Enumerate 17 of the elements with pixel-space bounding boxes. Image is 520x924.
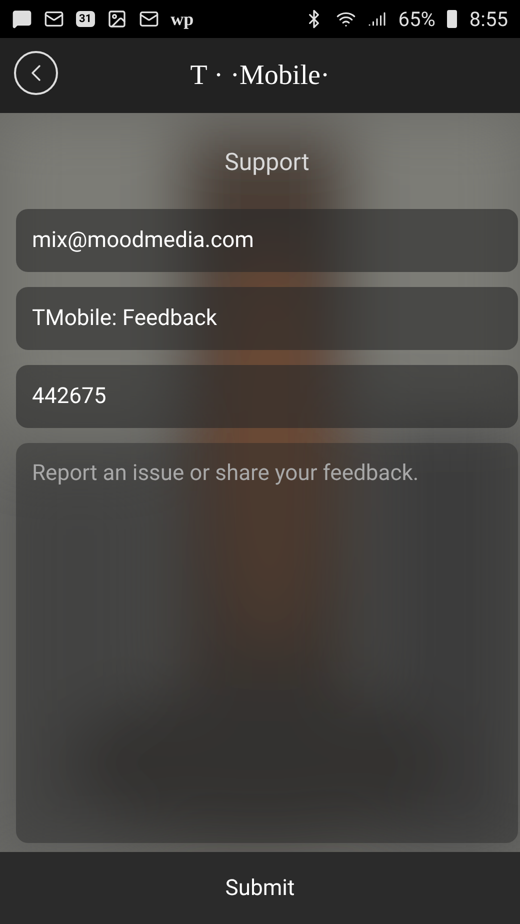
mail-icon bbox=[44, 9, 64, 29]
message-icon bbox=[12, 9, 32, 29]
text-field[interactable]: mix@moodmedia.com bbox=[16, 209, 518, 272]
form-title: Support bbox=[224, 147, 310, 178]
news-label: wp bbox=[170, 8, 194, 31]
back-button[interactable] bbox=[14, 51, 58, 95]
submit-button[interactable]: Submit bbox=[0, 852, 520, 924]
clock: 8:55 bbox=[469, 6, 508, 33]
image-icon bbox=[106, 9, 127, 29]
text-field[interactable]: TMobile: Feedback bbox=[16, 287, 518, 350]
brand-logo: T · ·Mobile· bbox=[190, 58, 330, 92]
calendar-icon: 31 bbox=[76, 11, 95, 27]
signal-icon bbox=[368, 10, 386, 28]
text-field[interactable]: 442675 bbox=[16, 365, 518, 428]
battery-percent: 65% bbox=[398, 6, 436, 33]
battery-icon bbox=[447, 10, 458, 28]
mail-icon bbox=[138, 9, 159, 29]
